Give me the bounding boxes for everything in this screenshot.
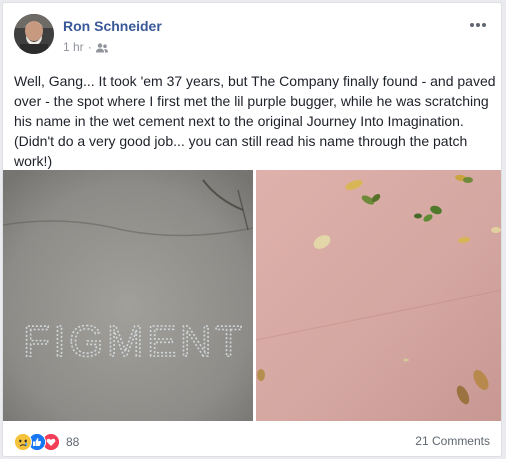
photo-figment-cement[interactable]: FIGMENT <box>3 170 253 421</box>
reactions-summary[interactable]: 88 <box>14 433 79 451</box>
post-header: Ron Schneider 1 hr · <box>3 3 501 63</box>
avatar[interactable] <box>14 14 54 54</box>
meta-separator: · <box>87 40 92 54</box>
post-footer: 88 21 Comments <box>3 421 501 456</box>
more-options-icon[interactable] <box>467 17 489 33</box>
post-meta: 1 hr · <box>63 40 108 54</box>
author-name[interactable]: Ron Schneider <box>63 18 162 34</box>
photo-grid: FIGMENT <box>3 170 501 421</box>
post-text: Well, Gang... It took 'em 37 years, but … <box>14 73 496 169</box>
comments-count-link[interactable]: 21 Comments <box>415 434 490 448</box>
sad-reaction-icon <box>14 433 32 451</box>
post-time[interactable]: 1 hr <box>63 40 84 54</box>
reaction-count: 88 <box>66 435 80 449</box>
friends-icon[interactable] <box>95 42 108 53</box>
figment-etched-text: FIGMENT <box>23 317 248 366</box>
post-card: Ron Schneider 1 hr · Well, Gang... It to… <box>2 2 502 457</box>
photo-pink-paving[interactable] <box>256 170 501 421</box>
